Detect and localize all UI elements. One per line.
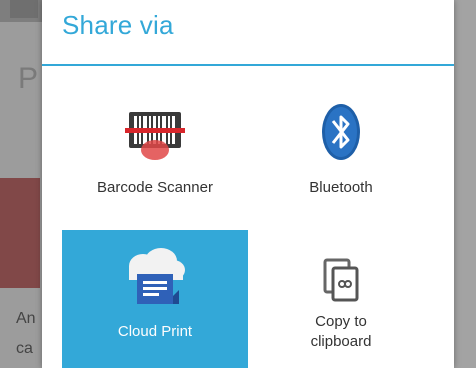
background-text-fragment: ca bbox=[16, 340, 33, 357]
cloud-print-icon bbox=[129, 248, 185, 304]
background-text-fragment: An bbox=[16, 310, 36, 327]
background-image-card bbox=[0, 178, 40, 288]
share-target-copy-to-clipboard[interactable]: Copy to clipboard bbox=[248, 230, 434, 368]
share-target-label: Bluetooth bbox=[309, 179, 373, 196]
share-target-bluetooth[interactable]: Bluetooth bbox=[248, 92, 434, 230]
title-divider bbox=[42, 64, 454, 66]
barcode-scanner-icon bbox=[125, 112, 185, 160]
copy-clipboard-icon bbox=[323, 258, 359, 302]
share-target-cloud-print[interactable]: Cloud Print bbox=[62, 230, 248, 368]
dialog-title: Share via bbox=[62, 10, 174, 40]
bluetooth-icon bbox=[322, 104, 360, 160]
share-target-label: Copy to clipboard bbox=[310, 313, 372, 350]
share-target-label: Barcode Scanner bbox=[97, 179, 213, 196]
background-right-strip bbox=[454, 0, 476, 368]
share-dialog: Share via Barcode Scanner Bluetooth Clou… bbox=[42, 0, 454, 368]
background-tab bbox=[10, 0, 38, 18]
share-target-label: Cloud Print bbox=[117, 323, 193, 340]
background-heading-fragment: P bbox=[18, 62, 39, 95]
share-target-barcode-scanner[interactable]: Barcode Scanner bbox=[62, 92, 248, 230]
